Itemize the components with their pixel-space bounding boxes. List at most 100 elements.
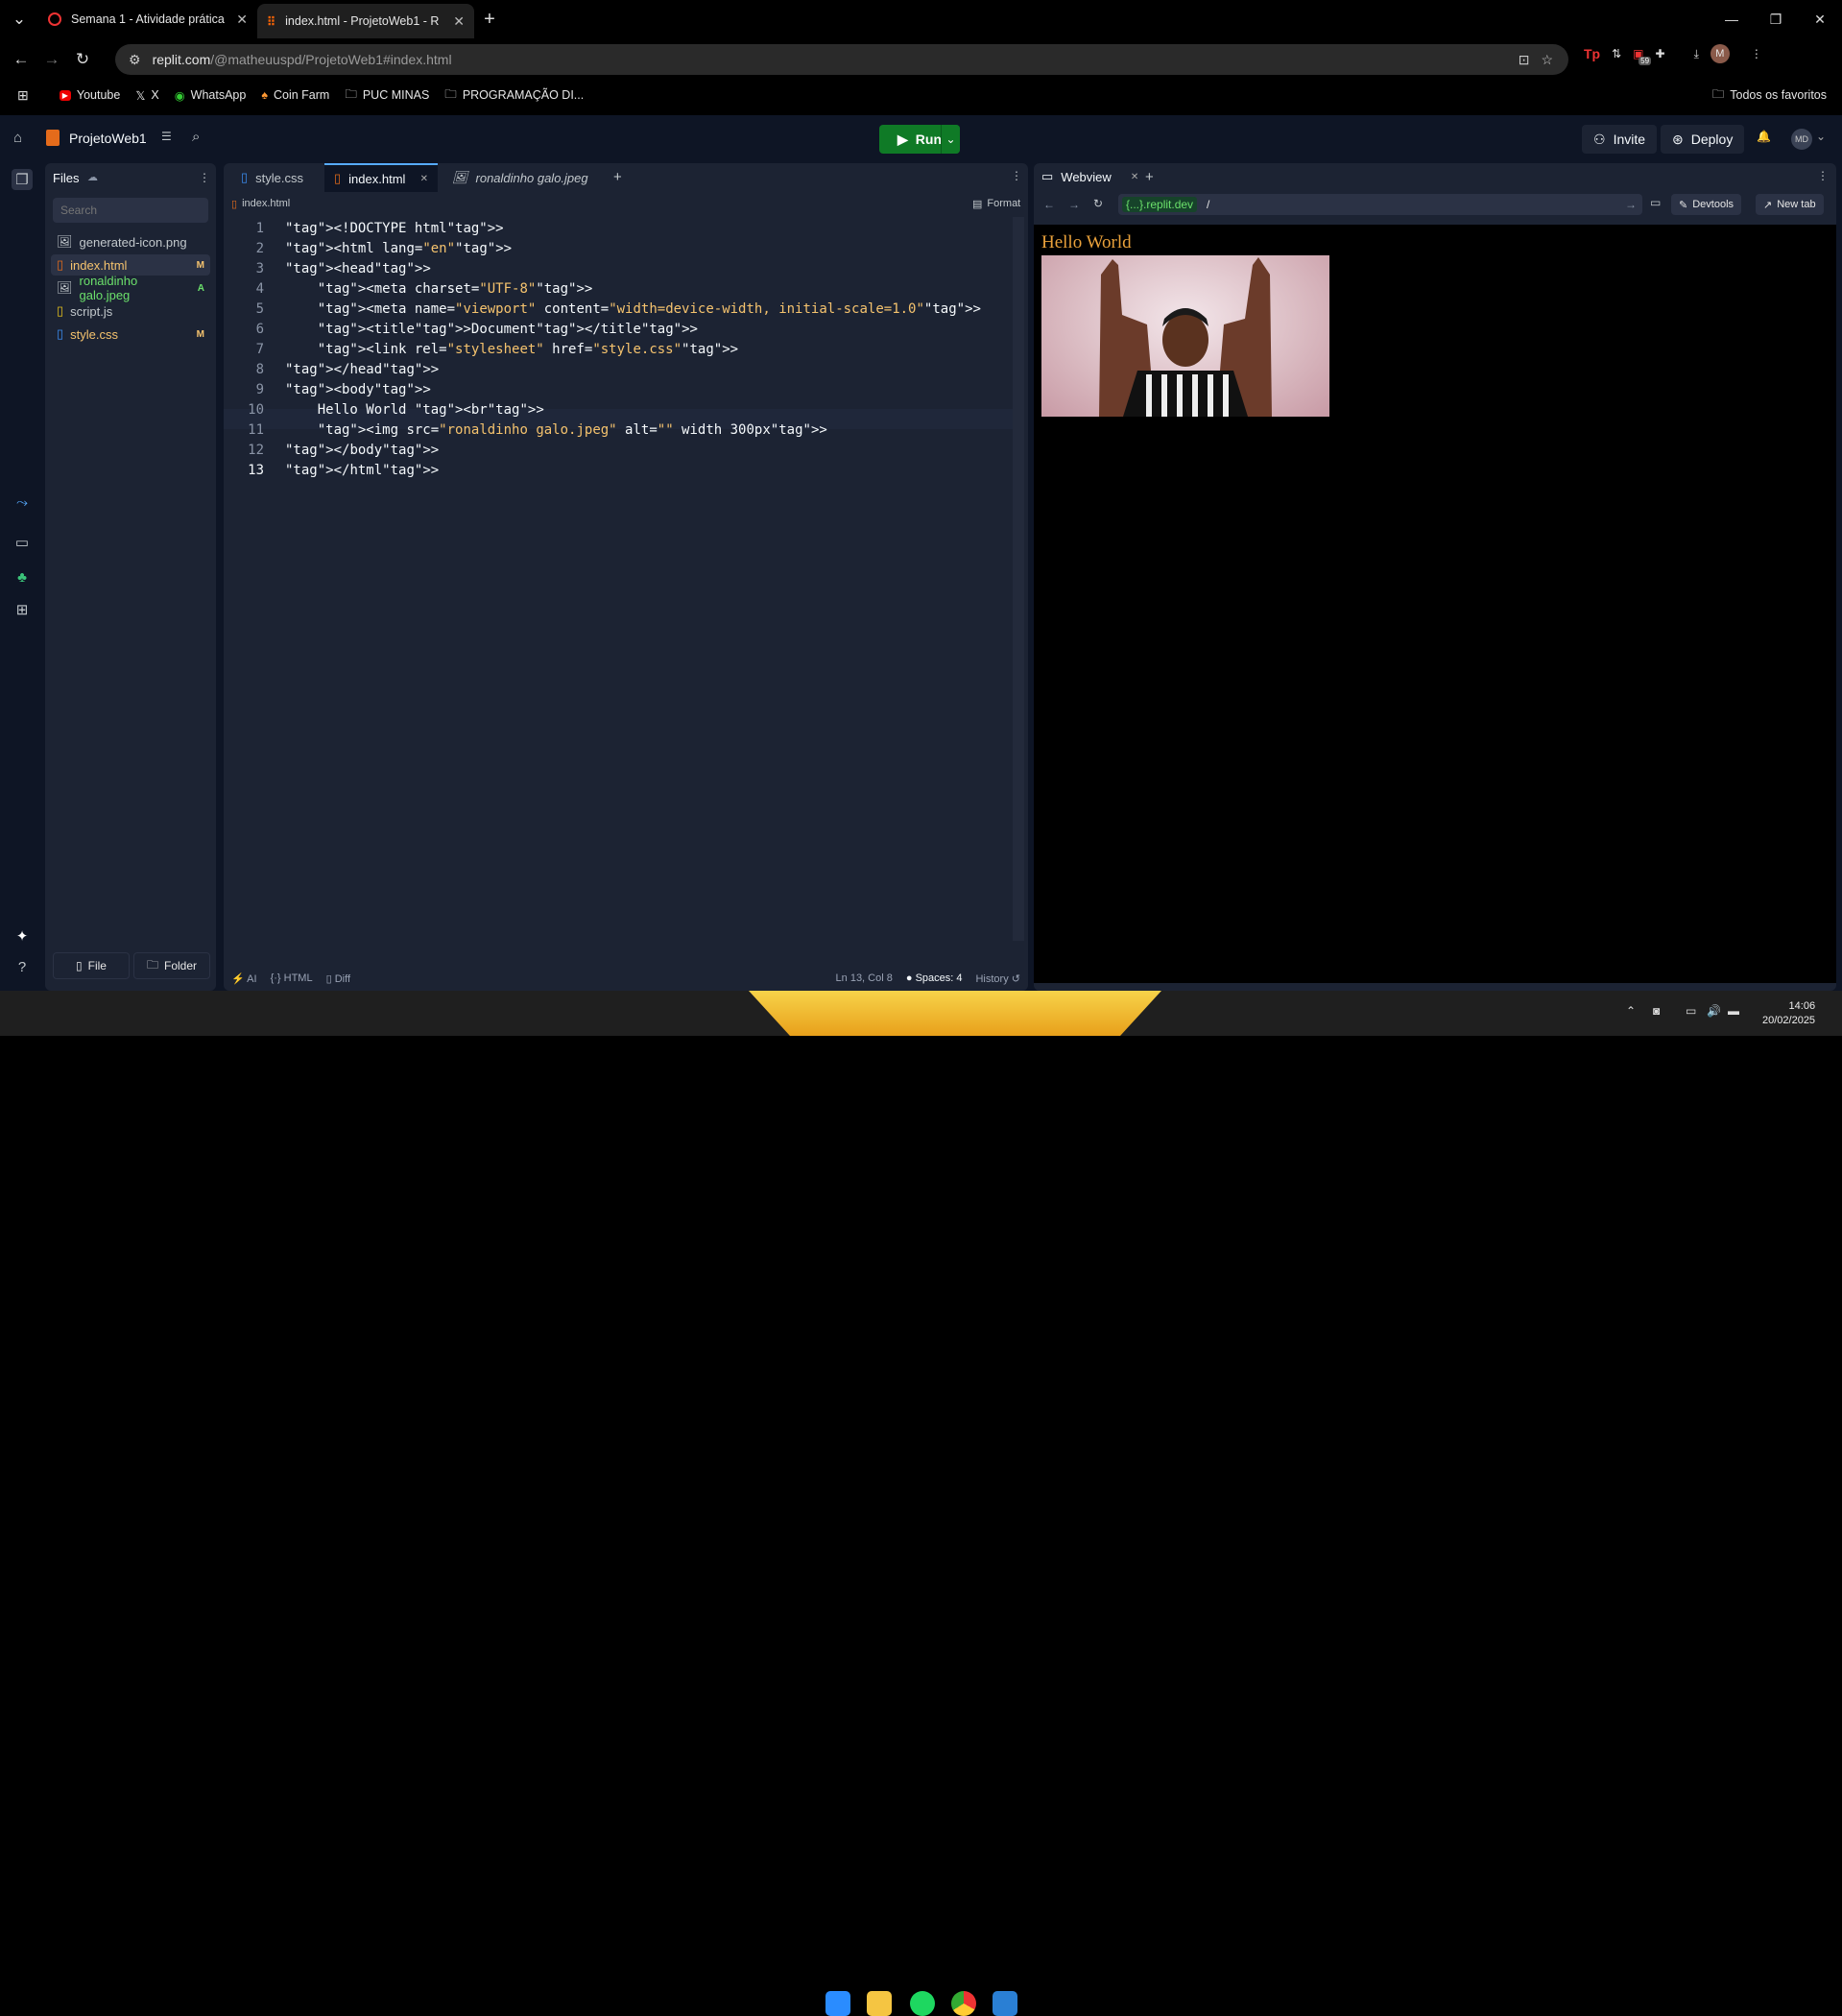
indent-status[interactable]: ● Spaces: 4 — [906, 972, 963, 984]
file-row-generated-icon[interactable]: 🖼 generated-icon.png — [51, 231, 210, 252]
bookmark-star-icon[interactable]: ☆ — [1541, 52, 1553, 68]
cursor-position: Ln 13, Col 8 — [835, 972, 893, 984]
close-window-icon[interactable]: ✕ — [1798, 0, 1842, 38]
history-button[interactable]: History ↺ — [975, 972, 1020, 985]
browser-tab-replit[interactable]: ⠿ index.html - ProjetoWeb1 - Rep ✕ — [257, 4, 474, 38]
tools-grid-icon[interactable]: ⊞ — [12, 599, 33, 620]
volume-icon[interactable]: 🔊 — [1707, 1004, 1721, 1018]
bookmark-folder-puc[interactable]: 🗀 PUC MINAS — [337, 83, 437, 108]
file-row-script-js[interactable]: ▯ script.js — [51, 300, 210, 322]
invite-button[interactable]: ⚇ Invite — [1582, 125, 1658, 154]
close-tab-icon[interactable]: ✕ — [236, 12, 248, 28]
language-status[interactable]: {·} HTML — [271, 972, 313, 984]
help-icon[interactable]: ? — [12, 956, 33, 977]
tray-chevron-icon[interactable]: ⌃ — [1626, 1004, 1636, 1018]
css-file-icon: ▯ — [241, 170, 249, 184]
minimize-icon[interactable]: — — [1710, 0, 1754, 38]
reload-icon[interactable]: ↻ — [1093, 197, 1103, 210]
editor-tab-ronaldinho-jpeg[interactable]: 🖼 ronaldinho galo.jpeg — [443, 163, 598, 192]
files-menu-icon[interactable]: ⋮ — [199, 171, 210, 184]
files-pane-icon[interactable]: ❐ — [12, 169, 33, 190]
bookmark-whatsapp[interactable]: ◉ WhatsApp — [167, 83, 254, 108]
clock[interactable]: 14:06 20/02/2025 — [1762, 999, 1815, 1028]
git-tree-icon[interactable]: ♣ — [12, 566, 33, 588]
extension-arrows-icon[interactable]: ⇅ — [1612, 47, 1621, 60]
back-arrow-icon[interactable]: ← — [6, 44, 36, 75]
sparkle-icon[interactable]: ✦ — [12, 925, 33, 947]
spotify-icon[interactable] — [910, 1991, 935, 2016]
back-arrow-icon[interactable]: ← — [1043, 198, 1055, 211]
add-user-icon: ⚇ — [1593, 131, 1606, 147]
webview-tab[interactable]: ▭ Webview ✕ — [1041, 169, 1138, 184]
new-folder-button[interactable]: 🗀 Folder — [133, 952, 210, 979]
apps-grid-icon[interactable]: ⊞ — [17, 87, 29, 104]
go-arrow-icon[interactable]: → — [1625, 198, 1637, 211]
webview-monitor-icon[interactable]: ▭ — [12, 532, 33, 553]
profile-avatar[interactable]: M — [1710, 44, 1730, 63]
add-tab-plus-icon[interactable]: + — [1145, 169, 1154, 185]
close-tab-icon[interactable]: ✕ — [1131, 172, 1138, 182]
url-path: /@matheuuspd/ProjetoWeb1#index.html — [210, 52, 452, 67]
bookmark-coin-farm[interactable]: ♠ Coin Farm — [253, 83, 337, 108]
file-row-ronaldinho-jpeg[interactable]: 🖼 ronaldinho galo.jpeg A — [51, 274, 210, 302]
webview-url-bar[interactable]: {...}.replit.dev / → — [1118, 194, 1642, 215]
close-tab-icon[interactable]: ✕ — [420, 174, 428, 184]
notifications-bell-icon[interactable]: 🔔 — [1757, 130, 1771, 143]
forward-arrow-icon[interactable]: → — [1068, 198, 1080, 211]
file-row-index-html[interactable]: ▯ index.html M — [51, 254, 210, 276]
search-icon[interactable]: ⌕ — [192, 129, 200, 145]
home-icon[interactable]: ⌂ — [13, 130, 22, 146]
address-bar[interactable]: ⚙ replit.com/@matheuuspd/ProjetoWeb1#ind… — [115, 44, 1568, 75]
webview-menu-icon[interactable]: ⋮ — [1817, 169, 1829, 182]
file-row-style-css[interactable]: ▯ style.css M — [51, 324, 210, 345]
windows-start-icon[interactable] — [825, 1991, 850, 2016]
deploy-button[interactable]: ⊛ Deploy — [1661, 125, 1745, 154]
restore-icon[interactable]: ❐ — [1754, 0, 1798, 38]
battery-icon[interactable]: ▬ — [1728, 1004, 1739, 1018]
extension-badge-icon[interactable]: ▣ 59 — [1633, 47, 1652, 65]
download-icon[interactable]: ⤓ — [1694, 47, 1699, 61]
bookmark-folder-programacao[interactable]: 🗀 PROGRAMAÇÃO DI... — [437, 83, 591, 108]
new-tab-plus-icon[interactable]: + — [474, 4, 505, 35]
diff-status[interactable]: ▯ Diff — [326, 972, 350, 985]
agent-icon[interactable]: ⤳ — [12, 492, 33, 513]
format-button[interactable]: ▤ Format — [972, 198, 1020, 210]
bookmark-youtube[interactable]: ▶ Youtube — [52, 83, 129, 108]
extensions-puzzle-icon[interactable]: ✚ — [1656, 47, 1665, 60]
run-dropdown-icon[interactable]: ⌄ — [941, 125, 960, 154]
extension-tp-icon[interactable]: Tp — [1584, 46, 1600, 61]
new-file-button[interactable]: ▯ File — [53, 952, 130, 979]
close-tab-icon[interactable]: ✕ — [453, 13, 465, 30]
bookmark-x[interactable]: 𝕏X — [128, 83, 166, 108]
new-tab-button[interactable]: ↗ New tab — [1756, 194, 1824, 215]
avatar-chevron-icon[interactable]: ⌄ — [1816, 130, 1826, 143]
ai-status[interactable]: ⚡ AI — [231, 972, 257, 985]
project-name[interactable]: ProjetoWeb1 — [69, 131, 147, 146]
editor-tab-index-html[interactable]: ▯ index.html ✕ — [324, 163, 438, 192]
browser-tab-atividade[interactable]: Semana 1 - Atividade prática ✕ — [38, 4, 257, 35]
site-info-icon[interactable]: ⚙ — [129, 52, 141, 68]
line-number: 4 — [255, 281, 264, 297]
editor-scrollbar[interactable] — [1013, 217, 1024, 941]
user-avatar[interactable]: MD — [1791, 129, 1812, 150]
install-app-icon[interactable]: ⊡ — [1519, 52, 1530, 68]
all-bookmarks[interactable]: 🗀 Todos os favoritos — [1705, 83, 1834, 108]
project-menu-icon[interactable]: ☰ — [161, 130, 172, 143]
editor-tab-style-css[interactable]: ▯ style.css — [231, 163, 313, 192]
screen-size-icon[interactable]: ▭ — [1650, 196, 1661, 209]
code-area[interactable]: 1 "tag"><!DOCTYPE html"tag">> 2 "tag"><html… — [224, 221, 1011, 509]
devtools-button[interactable]: ✎ Devtools — [1671, 194, 1742, 215]
network-icon[interactable]: ▭ — [1686, 1004, 1696, 1018]
editor-menu-icon[interactable]: ⋮ — [1011, 169, 1022, 182]
files-search-input[interactable] — [53, 198, 208, 223]
ai-icon: ⚡ — [231, 972, 245, 985]
tab-search-chevron-icon[interactable]: ⌄ — [0, 4, 38, 35]
discord-icon[interactable]: ◙ — [1653, 1004, 1660, 1018]
browser-menu-icon[interactable]: ⋮ — [1751, 47, 1762, 60]
chrome-icon[interactable] — [951, 1991, 976, 2016]
vscode-icon[interactable] — [993, 1991, 1017, 2016]
add-tab-plus-icon[interactable]: + — [613, 169, 622, 185]
forward-arrow-icon[interactable]: → — [36, 44, 67, 75]
file-explorer-icon[interactable] — [867, 1991, 892, 2016]
reload-icon[interactable]: ↻ — [67, 44, 98, 75]
